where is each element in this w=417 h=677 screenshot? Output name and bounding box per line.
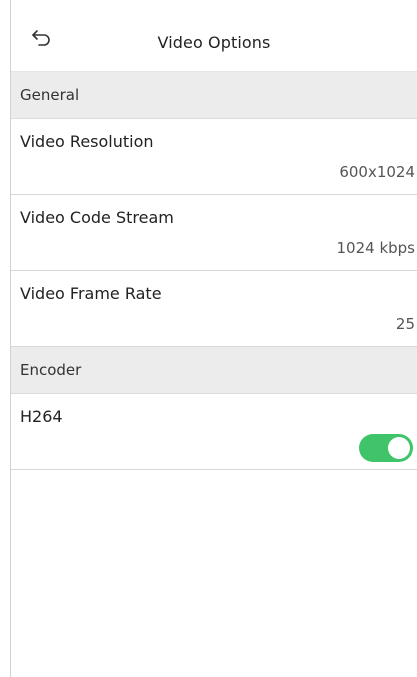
section-header-encoder: Encoder [11,347,417,394]
video-resolution-label: Video Resolution [20,132,154,151]
h264-toggle[interactable] [359,434,413,462]
toggle-knob [388,437,410,459]
section-header-general: General [11,72,417,119]
video-frame-rate-label: Video Frame Rate [20,284,162,303]
video-code-stream-row[interactable]: Video Code Stream 1024 kbps [11,195,417,271]
video-code-stream-label: Video Code Stream [20,208,174,227]
h264-label: H264 [20,407,63,426]
video-code-stream-value: 1024 kbps [336,239,416,257]
title-bar: Video Options [11,0,417,72]
video-frame-rate-value: 25 [395,315,415,333]
video-resolution-row[interactable]: Video Resolution 600x1024 [11,119,417,195]
video-resolution-value: 600x1024 [339,163,415,181]
h264-row[interactable]: H264 [11,394,417,470]
video-frame-rate-row[interactable]: Video Frame Rate 25 [11,271,417,347]
page-title: Video Options [157,33,271,52]
video-options-screen: Video Options General Video Resolution 6… [10,0,417,677]
